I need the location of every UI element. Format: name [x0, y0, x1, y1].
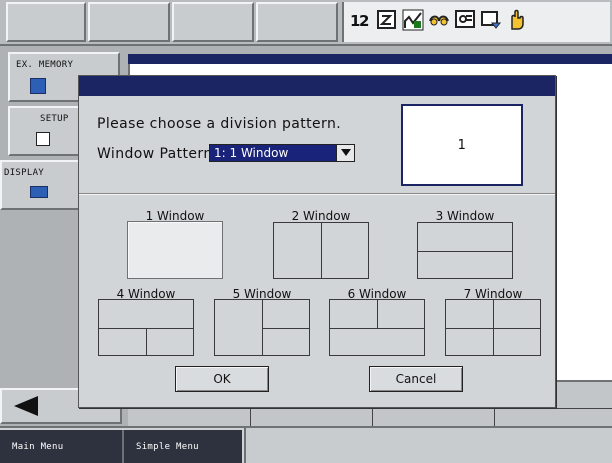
selected-option: 1: 1 Window [210, 145, 336, 161]
pattern-7-window[interactable] [445, 299, 541, 356]
simple-menu-button[interactable]: Simple Menu [122, 430, 242, 463]
dialog-prompt: Please choose a division pattern. [97, 116, 342, 132]
glasses-icon[interactable] [428, 9, 450, 31]
pattern-4-window[interactable] [98, 299, 194, 356]
pattern-5-window[interactable] [214, 299, 310, 356]
dialog-title-bar [79, 76, 555, 96]
toolbar-button-4[interactable] [256, 2, 338, 42]
content-title-bar [128, 54, 612, 64]
bottom-menu-status [244, 428, 612, 463]
dialog-divider [79, 193, 555, 195]
toolbar-button-2[interactable] [88, 2, 170, 42]
setup-icon [36, 132, 50, 146]
pattern-2-window[interactable] [273, 222, 369, 279]
svg-text:2: 2 [359, 12, 369, 30]
display-icon [30, 186, 48, 198]
sidebar-item-label: EX. MEMORY [16, 60, 74, 70]
window-icon[interactable] [480, 9, 502, 31]
pattern-3-window[interactable] [417, 222, 513, 279]
chevron-down-icon[interactable] [336, 145, 354, 161]
left-arrow-icon [8, 394, 44, 422]
preview-value: 1 [457, 137, 467, 153]
window-pattern-label: Window Pattern [97, 146, 213, 162]
ok-button[interactable]: OK [175, 366, 269, 392]
hand-icon[interactable] [506, 9, 528, 31]
display-icon[interactable] [454, 9, 476, 31]
checkbox-icon[interactable] [376, 9, 398, 31]
graph-icon[interactable] [402, 9, 424, 31]
pattern-preview: 1 [401, 104, 523, 186]
division-pattern-dialog: Please choose a division pattern. Window… [78, 75, 556, 408]
toolbar-button-1[interactable] [6, 2, 86, 42]
layout-icon[interactable]: 12 [350, 9, 372, 31]
toolbar-button-3[interactable] [172, 2, 254, 42]
lower-grid [128, 408, 612, 426]
floppy-disk-icon [30, 78, 46, 94]
pattern-1-window[interactable] [127, 221, 223, 279]
window-pattern-select[interactable]: 1: 1 Window [209, 144, 355, 162]
pattern-2-label: 2 Window [291, 209, 351, 223]
main-menu-button[interactable]: Main Menu [0, 430, 122, 463]
cancel-button[interactable]: Cancel [369, 366, 463, 392]
sidebar-item-label: SETUP [40, 114, 69, 124]
sidebar-item-label: DISPLAY [4, 168, 45, 178]
pattern-6-window[interactable] [329, 299, 425, 356]
pattern-3-label: 3 Window [435, 209, 495, 223]
